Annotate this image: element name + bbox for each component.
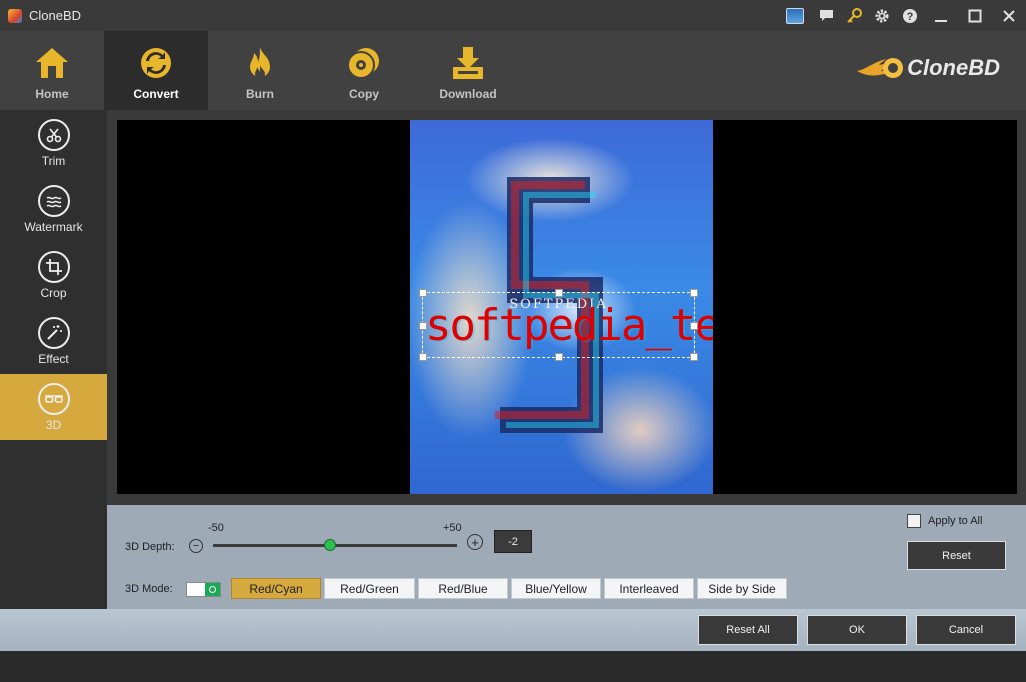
brand-logo-icon [857, 58, 904, 78]
mode-label: 3D Mode: [125, 583, 173, 595]
gear-icon[interactable] [868, 0, 896, 31]
nav-copy[interactable]: Copy [312, 31, 416, 110]
edit-sidebar: Trim Watermark Crop Effect 3D [0, 110, 107, 609]
depth-increase-button[interactable]: + [467, 534, 483, 550]
resize-handle[interactable] [419, 289, 427, 297]
depth-max-label: +50 [443, 522, 462, 534]
preview-frame: SOFTPEDIA softpedia_test [410, 120, 713, 494]
maximize-icon[interactable] [958, 0, 992, 31]
sidebar-item-watermark[interactable]: Watermark [0, 176, 107, 242]
top-navigation: Home Convert Burn Copy Download CloneBD [0, 31, 1026, 110]
scissors-icon [37, 118, 70, 151]
close-icon[interactable] [992, 0, 1026, 31]
flame-icon [241, 44, 279, 82]
title-bar: CloneBD ? [0, 0, 1026, 31]
title-bar-controls: ? [778, 0, 1026, 31]
resize-handle[interactable] [555, 353, 563, 361]
resize-handle[interactable] [690, 289, 698, 297]
app-logo-icon [8, 8, 22, 23]
depth-min-label: -50 [208, 522, 224, 534]
home-icon [33, 44, 71, 82]
sidebar-item-effect[interactable]: Effect [0, 308, 107, 374]
depth-decrease-button[interactable]: − [189, 539, 203, 553]
resize-handle[interactable] [419, 353, 427, 361]
sidebar-item-label: Crop [40, 285, 67, 300]
nav-home-label: Home [35, 87, 69, 101]
mode-interleaved[interactable]: Interleaved [604, 578, 694, 599]
depth-slider-thumb[interactable] [324, 539, 337, 551]
3d-glasses-icon [37, 382, 70, 415]
mode-red-green[interactable]: Red/Green [324, 578, 415, 599]
depth-label: 3D Depth: [125, 541, 175, 553]
ok-button[interactable]: OK [807, 615, 907, 645]
help-icon[interactable]: ? [896, 0, 924, 31]
resize-handle[interactable] [690, 322, 698, 330]
convert-icon [137, 44, 175, 82]
status-bar [0, 651, 1026, 682]
preview-area: SOFTPEDIA softpedia_test [107, 110, 1026, 505]
nav-convert[interactable]: Convert [104, 31, 208, 110]
apply-to-all-label: Apply to All [928, 515, 983, 527]
apply-to-all[interactable]: Apply to All [907, 514, 982, 528]
nav-burn[interactable]: Burn [208, 31, 312, 110]
resize-handle[interactable] [690, 353, 698, 361]
sidebar-item-crop[interactable]: Crop [0, 242, 107, 308]
apply-to-all-checkbox[interactable] [907, 514, 921, 528]
resize-handle[interactable] [555, 289, 563, 297]
nav-home[interactable]: Home [0, 31, 104, 110]
video-preview: SOFTPEDIA softpedia_test [117, 120, 1017, 494]
sidebar-item-3d[interactable]: 3D [0, 374, 107, 440]
brand: CloneBD [855, 51, 1000, 85]
sidebar-item-label: Trim [41, 153, 66, 168]
magic-wand-icon [37, 316, 70, 349]
3d-mode-options: Red/Cyan Red/Green Red/Blue Blue/Yellow … [231, 578, 787, 599]
sidebar-item-label: Effect [38, 351, 69, 366]
nav-copy-label: Copy [349, 87, 379, 101]
nav-convert-label: Convert [133, 87, 179, 101]
svg-text:?: ? [907, 11, 914, 23]
reset-button[interactable]: Reset [907, 541, 1006, 570]
nav-burn-label: Burn [246, 87, 274, 101]
sidebar-item-label: 3D [45, 417, 62, 432]
brand-name: CloneBD [907, 55, 1000, 80]
mode-side-by-side[interactable]: Side by Side [697, 578, 787, 599]
nav-download-label: Download [439, 87, 497, 101]
sidebar-item-trim[interactable]: Trim [0, 110, 107, 176]
watermark-text: softpedia_test [425, 300, 713, 351]
crop-icon [37, 250, 70, 283]
chat-icon[interactable] [812, 0, 840, 31]
key-icon[interactable] [840, 0, 868, 31]
watermark-icon [37, 184, 70, 217]
cancel-button[interactable]: Cancel [916, 615, 1016, 645]
mode-red-blue[interactable]: Red/Blue [418, 578, 508, 599]
minimize-icon[interactable] [924, 0, 958, 31]
window-title: CloneBD [29, 8, 82, 23]
nav-download[interactable]: Download [416, 31, 520, 110]
3d-mode-toggle[interactable] [186, 582, 221, 597]
reset-all-button[interactable]: Reset All [698, 615, 798, 645]
clonebd-window: CloneBD ? Home Convert Burn Copy Downloa… [0, 0, 1026, 682]
download-icon [449, 44, 487, 82]
flag-icon[interactable] [778, 0, 812, 31]
disc-icon [345, 44, 383, 82]
dialog-button-bar: Reset All OK Cancel [0, 609, 1026, 651]
mode-blue-yellow[interactable]: Blue/Yellow [511, 578, 601, 599]
resize-handle[interactable] [419, 322, 427, 330]
toggle-knob [205, 583, 220, 596]
mode-red-cyan[interactable]: Red/Cyan [231, 578, 321, 599]
depth-value[interactable]: -2 [494, 530, 532, 553]
sidebar-item-label: Watermark [24, 219, 83, 234]
watermark-selection-box[interactable]: SOFTPEDIA softpedia_test [419, 289, 713, 361]
3d-settings-panel: -50 +50 3D Depth: − + -2 3D Mode: Red/Cy… [107, 505, 1026, 609]
